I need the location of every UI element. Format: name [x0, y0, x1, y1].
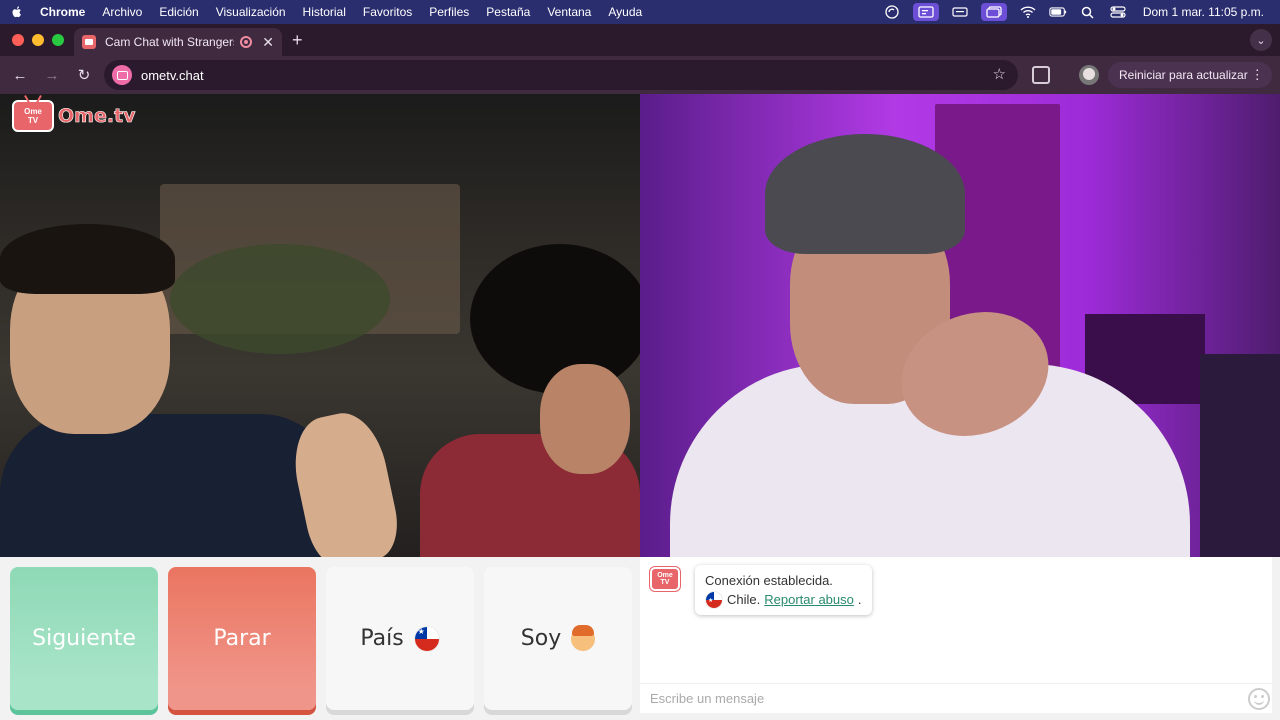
country-filter-button[interactable]: País ★	[326, 567, 474, 710]
address-bar[interactable]: ometv.chat ☆	[104, 60, 1018, 90]
wifi-icon[interactable]	[1019, 5, 1037, 19]
window-controls	[12, 34, 64, 46]
sync-icon[interactable]	[883, 5, 901, 19]
logo-badge-line2: TV	[27, 116, 39, 125]
next-button[interactable]: Siguiente	[10, 567, 158, 710]
tab-search-icon[interactable]: ⌄	[1250, 29, 1272, 51]
stop-button[interactable]: Parar	[168, 567, 316, 710]
ometv-wordmark: Ome.tv	[58, 105, 136, 128]
stranger2-hair	[470, 244, 640, 394]
back-icon[interactable]: ←	[8, 63, 32, 87]
stranger1-hair	[0, 224, 175, 294]
stop-button-label: Parar	[213, 626, 271, 651]
browser-tab-strip: Cam Chat with Strangers ✕ + ⌄	[0, 24, 1280, 56]
connection-status: Conexión establecida.	[705, 573, 833, 588]
menu-visualizacion[interactable]: Visualización	[216, 5, 286, 19]
ometv-logo: Ome TV Ome.tv	[12, 100, 136, 132]
menu-favoritos[interactable]: Favoritos	[363, 5, 412, 19]
ometv-page: Ome TV Ome.tv Siguiente Parar País ★ Soy…	[0, 94, 1280, 720]
menu-ayuda[interactable]: Ayuda	[608, 5, 642, 19]
stranger2-face	[540, 364, 630, 474]
extensions-icon[interactable]	[1032, 66, 1050, 84]
more-menu-icon[interactable]: ⋮	[1251, 67, 1264, 83]
self-cap	[765, 134, 965, 254]
control-center-icon[interactable]	[1109, 5, 1127, 19]
logo-badge-line1: Ome	[24, 107, 42, 116]
new-tab-icon[interactable]: +	[292, 30, 303, 51]
browser-toolbar: ← → ↻ ometv.chat ☆ Reiniciar para actual…	[0, 56, 1280, 94]
next-button-label: Siguiente	[32, 626, 136, 651]
country-button-label: País	[360, 626, 404, 651]
maximize-window-button[interactable]	[52, 34, 64, 46]
video-bg-bush	[170, 244, 390, 354]
menu-clock[interactable]: Dom 1 mar. 11:05 p.m.	[1143, 5, 1264, 19]
chile-flag-icon: ★	[413, 625, 440, 652]
camera-site-icon[interactable]	[112, 65, 132, 85]
apple-icon[interactable]	[10, 5, 24, 19]
restart-to-update-button[interactable]: Reiniciar para actualizar ⋮	[1108, 62, 1272, 88]
minimize-window-button[interactable]	[32, 34, 44, 46]
screen-share-icon[interactable]	[912, 3, 939, 21]
menu-historial[interactable]: Historial	[303, 5, 346, 19]
message-input[interactable]	[650, 691, 1210, 706]
gender-filter-button[interactable]: Soy	[484, 567, 632, 710]
report-period: .	[857, 592, 862, 607]
window-switch-icon[interactable]	[980, 3, 1007, 21]
forward-icon[interactable]: →	[40, 63, 64, 87]
reload-icon[interactable]: ↻	[72, 63, 96, 87]
country-line: ★ Chile. Reportar abuso.	[705, 590, 862, 609]
emoji-icon[interactable]	[1248, 688, 1270, 710]
bot-avatar-line1: Ome	[657, 572, 673, 579]
bot-avatar-line2: TV	[660, 579, 670, 586]
video-bg-blanket	[1200, 354, 1280, 557]
menu-ventana[interactable]: Ventana	[547, 5, 591, 19]
gender-button-label: Soy	[520, 626, 562, 651]
restart-to-update-label: Reiniciar para actualizar	[1119, 68, 1248, 82]
ometv-bot-avatar: Ome TV	[650, 567, 680, 591]
tab-active[interactable]: Cam Chat with Strangers ✕	[74, 28, 282, 56]
search-icon[interactable]	[1079, 5, 1097, 19]
status-icons: Dom 1 mar. 11:05 p.m.	[883, 0, 1264, 24]
close-tab-icon[interactable]: ✕	[262, 34, 274, 51]
tab-title: Cam Chat with Strangers	[105, 35, 235, 49]
macos-menu-bar: Chrome Archivo Edición Visualización His…	[0, 0, 1280, 24]
menu-pestana[interactable]: Pestaña	[486, 5, 530, 19]
menu-archivo[interactable]: Archivo	[102, 5, 142, 19]
ometv-favicon-icon	[82, 35, 96, 49]
menu-edicion[interactable]: Edición	[159, 5, 198, 19]
recording-icon	[240, 36, 253, 48]
stranger-country: Chile.	[727, 592, 761, 607]
report-abuse-link[interactable]: Reportar abuso	[764, 590, 854, 609]
stranger-video: Ome TV Ome.tv	[0, 94, 640, 557]
chat-panel: Ome TV Conexión establecida. ★ Chile. Re…	[640, 557, 1272, 713]
system-message: Conexión establecida. ★ Chile. Reportar …	[695, 565, 872, 615]
ometv-tv-icon: Ome TV	[12, 100, 54, 132]
boy-face-icon	[571, 624, 596, 651]
stranger1-body	[0, 414, 340, 557]
keyboard-icon[interactable]	[951, 5, 969, 19]
chile-flag-icon: ★	[705, 590, 723, 609]
bookmark-star-icon[interactable]: ☆	[993, 65, 1006, 83]
self-video	[640, 94, 1280, 557]
url-text[interactable]: ometv.chat	[141, 68, 204, 83]
battery-icon[interactable]	[1049, 5, 1067, 19]
menu-app-name[interactable]: Chrome	[40, 5, 85, 19]
menu-perfiles[interactable]: Perfiles	[429, 5, 469, 19]
close-window-button[interactable]	[12, 34, 24, 46]
message-input-row	[640, 683, 1272, 713]
profile-avatar[interactable]	[1079, 65, 1099, 85]
